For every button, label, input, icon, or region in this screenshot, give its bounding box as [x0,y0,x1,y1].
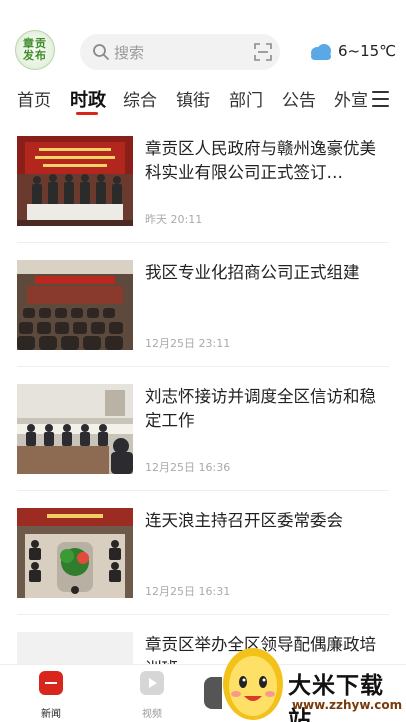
cloud-icon [311,44,331,60]
active-tab-indicator [76,112,98,115]
news-thumbnail [17,136,133,226]
divider [17,366,389,367]
search-placeholder: 搜索 [114,44,145,62]
mascot-logo [223,648,283,720]
nav-news[interactable]: 新闻 [31,671,71,720]
tab-departments[interactable]: 部门 [229,86,263,111]
watermark-text: 大米下载站 [288,673,384,722]
news-title: 章贡区人民政府与赣州逸豪优美科实业有限公司正式签订… [145,139,376,182]
watermark-url: www.zzhyw.com [292,698,403,712]
nav-news-label: 新闻 [41,709,61,720]
news-thumbnail [17,508,133,598]
news-time: 昨天 20:11 [145,213,203,226]
news-time: 12月25日 16:36 [145,461,231,474]
logo-text-bottom: 发布 [23,49,47,62]
nav-video-label: 视频 [142,709,162,720]
news-time: 12月25日 16:31 [145,585,231,598]
divider [17,490,389,491]
video-icon [140,671,164,695]
weather-widget[interactable]: 6~15℃ [307,41,403,63]
weather-temperature: 6~15℃ [338,42,397,60]
tab-publicity[interactable]: 外宣 [334,86,368,111]
scan-icon[interactable] [254,43,272,61]
app-logo[interactable]: 章贡 发布 [15,30,55,70]
divider [17,614,389,615]
news-thumbnail [17,384,133,474]
tab-home[interactable]: 首页 [17,86,51,111]
watermark: 大米下载站 www.zzhyw.com [218,640,406,722]
tab-politics[interactable]: 时政 [70,86,106,112]
menu-icon[interactable] [372,91,389,107]
news-icon [39,671,63,695]
news-time: 12月25日 23:11 [145,337,231,350]
tab-general[interactable]: 综合 [123,86,157,111]
app-header: 章贡 发布 搜索 6~15℃ [0,0,406,82]
news-thumbnail [17,260,133,350]
category-tabs: 首页 时政 综合 镇街 部门 公告 外宣 [0,84,406,120]
search-bar[interactable]: 搜索 [80,34,280,70]
nav-video[interactable]: 视频 [132,671,172,720]
divider [17,242,389,243]
tab-notices[interactable]: 公告 [282,86,316,111]
tab-towns[interactable]: 镇街 [176,86,210,111]
news-title: 刘志怀接访并调度全区信访和稳定工作 [145,387,376,430]
search-icon [93,44,109,60]
news-title: 我区专业化招商公司正式组建 [145,263,360,282]
news-title: 连天浪主持召开区委常委会 [145,511,343,530]
